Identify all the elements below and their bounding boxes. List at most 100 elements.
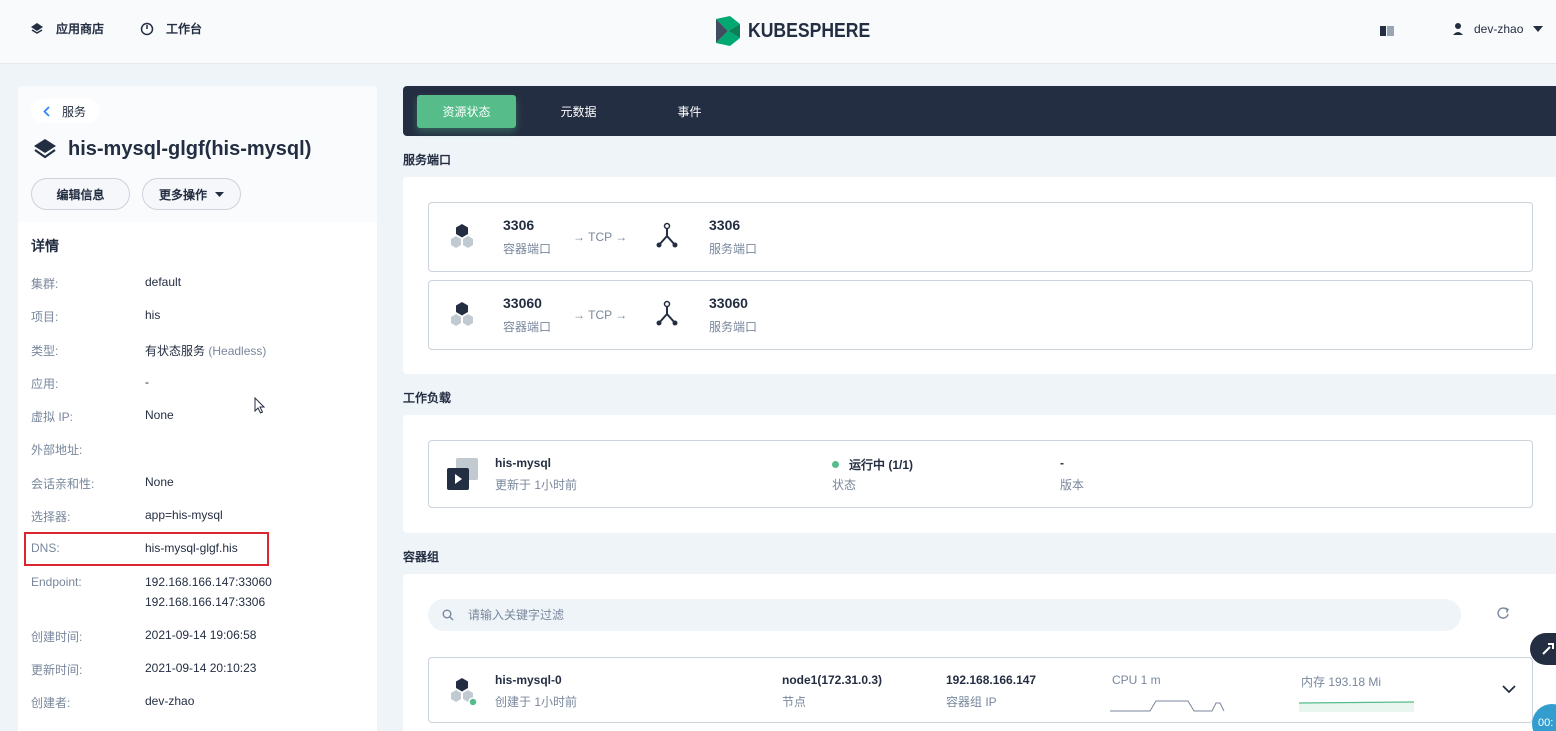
app-store-label: 应用商店 <box>56 22 105 36</box>
top-navbar: 应用商店 工作台 KUBESPHERE dev-zhao <box>0 0 1556 64</box>
detail-label: 外部地址: <box>31 443 83 458</box>
details-heading: 详情 <box>31 238 59 254</box>
docs-icon[interactable] <box>1380 25 1394 39</box>
headless-tag: (Headless) <box>208 343 267 358</box>
detail-value: None <box>145 408 174 423</box>
detail-row-session-affinity: 会话亲和性: None <box>31 475 361 508</box>
service-ports-title: 服务端口 <box>403 153 452 167</box>
logo-text: KUBESPHERE <box>748 19 871 42</box>
pod-name[interactable]: his-mysql-0 <box>495 673 562 687</box>
chevron-down-icon[interactable] <box>1502 685 1516 694</box>
detail-value: his <box>145 308 161 323</box>
user-menu[interactable]: dev-zhao <box>1452 22 1544 36</box>
endpoint-value-1: 192.168.166.147:33060 <box>145 574 272 589</box>
statefulset-icon <box>447 458 478 490</box>
pod-card[interactable]: his-mysql-0 创建于 1小时前 node1(172.31.0.3) 节… <box>428 657 1533 723</box>
detail-label: 类型: <box>31 343 59 358</box>
detail-value: 有状态服务 <box>145 343 206 358</box>
service-port-label: 服务端口 <box>709 320 758 334</box>
pod-node-label: 节点 <box>782 695 807 709</box>
detail-label: Endpoint: <box>31 574 82 589</box>
cpu-usage: CPU 1 m <box>1112 673 1161 687</box>
detail-label: 应用: <box>31 376 59 391</box>
detail-label: 会话亲和性: <box>31 476 95 491</box>
detail-label: 虚拟 IP: <box>31 410 74 425</box>
back-to-services-button[interactable]: 服务 <box>31 99 101 123</box>
workbench-link[interactable]: 工作台 <box>140 20 202 37</box>
tab-events[interactable]: 事件 <box>640 95 739 128</box>
detail-value: 2021-09-14 20:10:23 <box>145 660 257 675</box>
pod-node: node1(172.31.0.3) <box>782 673 883 687</box>
username: dev-zhao <box>1474 22 1524 36</box>
workload-name[interactable]: his-mysql <box>495 456 551 470</box>
workload-section: his-mysql 更新于 1小时前 运行中 (1/1) 状态 - 版本 <box>403 415 1556 533</box>
toolbox-button[interactable] <box>1530 633 1556 665</box>
detail-row-updated: 更新时间: 2021-09-14 20:10:23 <box>31 661 361 694</box>
detail-row-project: 项目: his <box>31 308 361 341</box>
service-topology-icon <box>656 222 678 248</box>
pods-title: 容器组 <box>403 550 440 564</box>
service-detail-panel: 服务 his-mysql-glgf(his-mysql) 编辑信息 更多操作 详… <box>18 86 377 731</box>
container-port-label: 容器端口 <box>503 320 552 334</box>
back-label: 服务 <box>62 104 87 119</box>
service-title: his-mysql-glgf(his-mysql) <box>68 137 312 160</box>
workload-title: 工作负载 <box>403 391 452 405</box>
pods-section: his-mysql-0 创建于 1小时前 node1(172.31.0.3) 节… <box>403 574 1556 731</box>
detail-value: 2021-09-14 19:06:58 <box>145 627 257 642</box>
service-topology-icon <box>656 300 678 326</box>
pod-search-input[interactable] <box>468 608 1368 622</box>
dns-highlight-box <box>24 532 269 566</box>
kubesphere-logo-icon <box>716 16 740 46</box>
port-card: 33060 容器端口 → TCP → 33060 服务端口 <box>428 280 1533 350</box>
tab-metadata[interactable]: 元数据 <box>529 95 628 128</box>
app-store-link[interactable]: 应用商店 <box>30 20 104 37</box>
detail-row-cluster: 集群: default <box>31 275 361 308</box>
protocol: → TCP → <box>573 308 628 322</box>
search-icon <box>442 609 454 621</box>
service-port-label: 服务端口 <box>709 242 758 256</box>
container-port: 3306 <box>503 217 535 233</box>
service-icon <box>34 139 56 159</box>
user-icon <box>1453 23 1463 35</box>
memory-sparkline <box>1299 701 1415 712</box>
container-port-label: 容器端口 <box>503 242 552 256</box>
detail-value: dev-zhao <box>145 694 195 709</box>
caret-down-icon <box>1533 26 1544 32</box>
detail-list: 集群: default 项目: his 类型: 有状态服务 (Headless) 应用… <box>31 275 361 728</box>
detail-value: None <box>145 474 174 489</box>
workload-card[interactable]: his-mysql 更新于 1小时前 运行中 (1/1) 状态 - 版本 <box>428 440 1533 508</box>
cpu-sparkline <box>1110 700 1225 712</box>
edit-info-button[interactable]: 编辑信息 <box>31 178 130 210</box>
service-port: 33060 <box>709 295 748 311</box>
refresh-icon[interactable] <box>1496 606 1510 620</box>
protocol: → TCP → <box>573 230 628 244</box>
more-actions-button[interactable]: 更多操作 <box>142 178 241 210</box>
detail-row-external-address: 外部地址: <box>31 441 361 474</box>
workload-updated: 更新于 1小时前 <box>495 478 578 492</box>
workload-version: - <box>1060 456 1064 470</box>
workbench-label: 工作台 <box>166 22 203 36</box>
pod-ip-label: 容器组 IP <box>946 695 997 709</box>
detail-label: 创建者: <box>31 696 71 711</box>
endpoint-value-2: 192.168.166.147:3306 <box>145 594 266 609</box>
pod-ip: 192.168.166.147 <box>946 673 1037 687</box>
hammer-icon <box>1542 643 1554 655</box>
service-ports-section: 3306 容器端口 → TCP → 3306 服务端口 33060 容器端口 →… <box>403 177 1556 374</box>
container-icon <box>451 224 473 248</box>
tab-resource-status[interactable]: 资源状态 <box>417 95 516 128</box>
container-icon <box>451 302 473 326</box>
detail-label: 集群: <box>31 277 59 291</box>
layers-icon <box>31 22 43 34</box>
detail-row-app: 应用: - <box>31 375 361 408</box>
kubesphere-logo[interactable]: KUBESPHERE <box>714 16 887 46</box>
status-dot-icon <box>832 461 839 468</box>
detail-row-virtual-ip: 虚拟 IP: None <box>31 408 361 441</box>
detail-row-endpoint: Endpoint: 192.168.166.147:33060 192.168.16… <box>31 575 361 628</box>
more-actions-label: 更多操作 <box>158 187 207 202</box>
pod-created: 创建于 1小时前 <box>495 695 578 709</box>
detail-value: - <box>145 374 149 389</box>
port-card: 3306 容器端口 → TCP → 3306 服务端口 <box>428 202 1533 272</box>
detail-row-type: 类型: 有状态服务 (Headless) <box>31 342 361 375</box>
detail-row-created: 创建时间: 2021-09-14 19:06:58 <box>31 628 361 661</box>
detail-row-creator: 创建者: dev-zhao <box>31 694 361 727</box>
